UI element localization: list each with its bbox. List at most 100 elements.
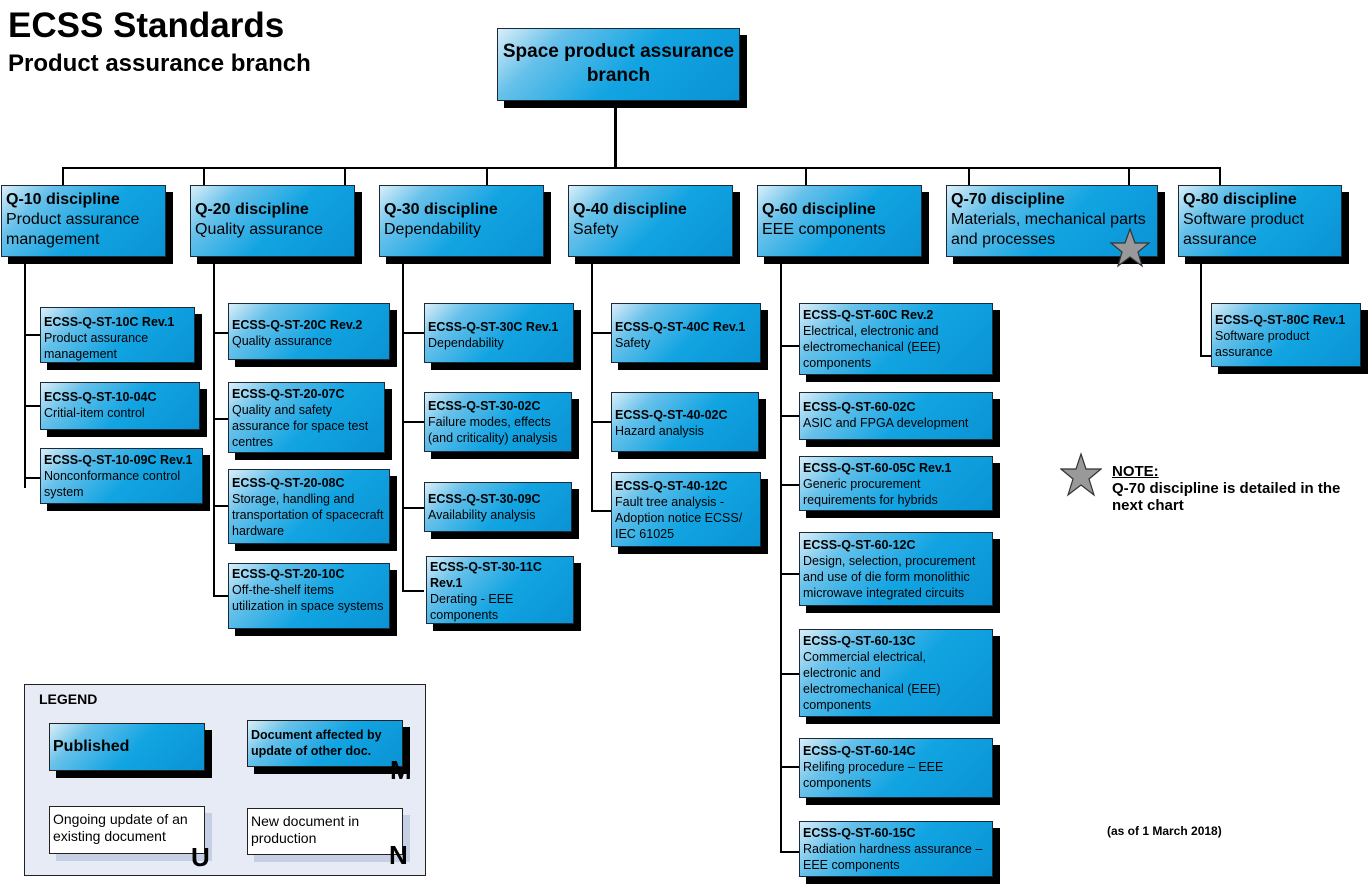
document-code: ECSS-Q-ST-40-02C bbox=[615, 408, 728, 422]
document-name: Fault tree analysis - Adoption notice EC… bbox=[615, 495, 743, 541]
document-code: ECSS-Q-ST-30-09C bbox=[428, 492, 541, 506]
connector bbox=[1200, 262, 1202, 357]
connector bbox=[62, 167, 1220, 169]
connector bbox=[402, 332, 424, 334]
document-name: Hazard analysis bbox=[615, 424, 704, 438]
document-name: Design, selection, procurement and use o… bbox=[803, 554, 976, 600]
discipline-code: Q-80 discipline bbox=[1183, 191, 1297, 208]
document-name: Quality and safety assurance for space t… bbox=[232, 403, 369, 449]
discipline-code: Q-70 discipline bbox=[951, 191, 1065, 208]
document-box[interactable]: ECSS-Q-ST-60-12C Design, selection, proc… bbox=[799, 532, 993, 606]
document-box[interactable]: ECSS-Q-ST-60-14C Relifing procedure – EE… bbox=[799, 738, 993, 798]
document-box[interactable]: ECSS-Q-ST-30-09C Availability analysis bbox=[424, 482, 572, 532]
connector bbox=[591, 332, 611, 334]
as-of-date: (as of 1 March 2018) bbox=[1107, 824, 1222, 838]
star-icon bbox=[1060, 452, 1102, 497]
document-box[interactable]: ECSS-Q-ST-10-04C Critial-item control bbox=[40, 382, 200, 430]
document-code: ECSS-Q-ST-20-10C bbox=[232, 567, 345, 581]
document-code: ECSS-Q-ST-60-05C Rev.1 bbox=[803, 461, 952, 475]
connector bbox=[24, 477, 40, 479]
discipline-name: Quality assurance bbox=[195, 221, 324, 238]
connector bbox=[213, 595, 229, 597]
discipline-code: Q-20 discipline bbox=[195, 201, 309, 218]
document-box[interactable]: ECSS-Q-ST-30-11C Rev.1 Derating - EEE co… bbox=[426, 556, 574, 624]
document-name: Safety bbox=[615, 336, 651, 350]
note-header: NOTE: bbox=[1112, 463, 1159, 480]
document-box[interactable]: ECSS-Q-ST-40-02C Hazard analysis bbox=[611, 392, 759, 452]
connector bbox=[591, 510, 611, 512]
document-box[interactable]: ECSS-Q-ST-30-02C Failure modes, effects … bbox=[424, 392, 572, 452]
page-title: ECSS Standards bbox=[8, 6, 285, 45]
document-code: ECSS-Q-ST-20-07C bbox=[232, 387, 345, 401]
document-box[interactable]: ECSS-Q-ST-60C Rev.2 Electrical, electron… bbox=[799, 303, 993, 375]
connector bbox=[780, 345, 800, 347]
document-box[interactable]: ECSS-Q-ST-20-10C Off-the-shelf items uti… bbox=[228, 563, 390, 629]
document-name: Off-the-shelf items utilization in space… bbox=[232, 583, 384, 613]
root-label: Space product assurance branch bbox=[502, 41, 735, 86]
document-name: Availability analysis bbox=[428, 508, 536, 522]
connector bbox=[24, 262, 26, 488]
connector bbox=[1219, 167, 1221, 185]
document-box[interactable]: ECSS-Q-ST-40C Rev.1 Safety bbox=[611, 303, 761, 363]
discipline-q80[interactable]: Q-80 discipline Software product assuran… bbox=[1178, 185, 1342, 257]
connector bbox=[213, 262, 215, 596]
document-box[interactable]: ECSS-Q-ST-80C Rev.1 Software product ass… bbox=[1211, 303, 1361, 367]
document-box[interactable]: ECSS-Q-ST-20-07C Quality and safety assu… bbox=[228, 382, 385, 453]
discipline-code: Q-30 discipline bbox=[384, 201, 498, 218]
document-code: ECSS-Q-ST-20C Rev.2 bbox=[232, 318, 363, 332]
document-box[interactable]: ECSS-Q-ST-60-02C ASIC and FPGA developme… bbox=[799, 392, 993, 440]
connector bbox=[591, 262, 593, 511]
document-box[interactable]: ECSS-Q-ST-40-12C Fault tree analysis - A… bbox=[611, 472, 761, 547]
legend-ongoing-label: Ongoing update of an existing document bbox=[53, 811, 188, 844]
document-box[interactable]: ECSS-Q-ST-20C Rev.2 Quality assurance bbox=[228, 303, 390, 360]
document-code: ECSS-Q-ST-10-04C bbox=[44, 390, 157, 404]
document-code: ECSS-Q-ST-40-12C bbox=[615, 479, 728, 493]
document-code: ECSS-Q-ST-60C Rev.2 bbox=[803, 308, 934, 322]
connector bbox=[402, 262, 404, 591]
legend-mark-m: M bbox=[390, 755, 412, 785]
document-name: Failure modes, effects (and criticality)… bbox=[428, 415, 558, 445]
discipline-q10[interactable]: Q-10 discipline Product assurance manage… bbox=[1, 185, 166, 257]
document-code: ECSS-Q-ST-60-15C bbox=[803, 826, 916, 840]
root-node[interactable]: Space product assurance branch bbox=[497, 28, 740, 101]
discipline-q40[interactable]: Q-40 discipline Safety bbox=[568, 185, 733, 257]
document-name: Nonconformance control system bbox=[44, 469, 181, 499]
connector bbox=[203, 167, 205, 185]
document-box[interactable]: ECSS-Q-ST-60-05C Rev.1 Generic procureme… bbox=[799, 456, 993, 511]
document-box[interactable]: ECSS-Q-ST-60-13C Commercial electrical, … bbox=[799, 629, 993, 717]
connector bbox=[968, 167, 970, 185]
document-box[interactable]: ECSS-Q-ST-10-09C Rev.1 Nonconformance co… bbox=[40, 448, 203, 504]
legend: LEGEND Published Document affected by up… bbox=[24, 684, 426, 876]
legend-new: New document in production bbox=[247, 808, 403, 855]
connector bbox=[805, 167, 807, 185]
legend-mark-u: U bbox=[191, 842, 210, 872]
connector bbox=[24, 405, 40, 407]
discipline-code: Q-60 discipline bbox=[762, 201, 876, 218]
connector bbox=[213, 418, 229, 420]
legend-ongoing: Ongoing update of an existing document bbox=[49, 806, 205, 854]
document-name: Product assurance management bbox=[44, 331, 149, 361]
document-box[interactable]: ECSS-Q-ST-30C Rev.1 Dependability bbox=[424, 303, 574, 363]
document-code: ECSS-Q-ST-60-12C bbox=[803, 538, 916, 552]
discipline-name: Dependability bbox=[384, 221, 481, 238]
connector bbox=[402, 507, 424, 509]
document-name: Electrical, electronic and electromechan… bbox=[803, 324, 941, 370]
document-name: Storage, handling and transportation of … bbox=[232, 492, 384, 538]
legend-published-label: Published bbox=[53, 738, 130, 755]
connector bbox=[780, 851, 800, 853]
discipline-name: Product assurance management bbox=[6, 211, 140, 248]
document-code: ECSS-Q-ST-10C Rev.1 bbox=[44, 315, 175, 329]
legend-title: LEGEND bbox=[39, 691, 98, 707]
connector bbox=[24, 334, 40, 336]
discipline-q30[interactable]: Q-30 discipline Dependability bbox=[379, 185, 544, 257]
connector bbox=[780, 766, 800, 768]
document-box[interactable]: ECSS-Q-ST-10C Rev.1 Product assurance ma… bbox=[40, 307, 195, 363]
document-box[interactable]: ECSS-Q-ST-60-15C Radiation hardness assu… bbox=[799, 821, 993, 877]
document-box[interactable]: ECSS-Q-ST-20-08C Storage, handling and t… bbox=[228, 469, 390, 544]
discipline-q20[interactable]: Q-20 discipline Quality assurance bbox=[190, 185, 355, 257]
discipline-q60[interactable]: Q-60 discipline EEE components bbox=[757, 185, 922, 257]
legend-new-label: New document in production bbox=[251, 813, 360, 846]
document-code: ECSS-Q-ST-60-13C bbox=[803, 634, 916, 648]
connector bbox=[780, 673, 800, 675]
connector bbox=[486, 167, 488, 185]
